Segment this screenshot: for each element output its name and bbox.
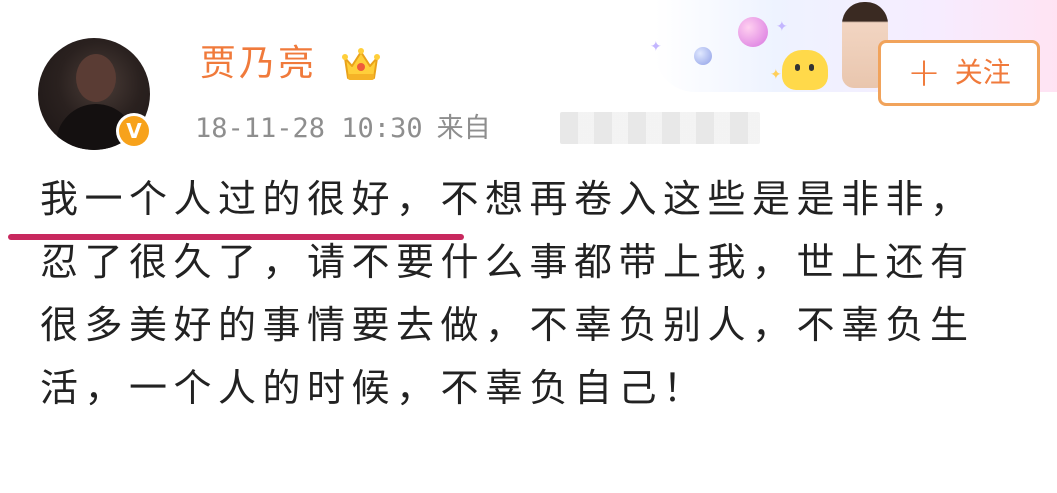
sparkle-icon: ✦	[650, 39, 662, 55]
source-label: 来自	[436, 113, 491, 144]
plus-icon: +	[907, 50, 941, 96]
verified-icon: V	[116, 113, 152, 149]
blurred-source	[560, 112, 760, 144]
crown-icon	[342, 48, 380, 80]
follow-button[interactable]: + 关注	[878, 40, 1040, 106]
username[interactable]: 贾乃亮	[200, 40, 317, 88]
mascot-icon	[782, 50, 828, 90]
weibo-post-card: ✦ ✦ ✦ V 贾乃亮 18-11-28 10:30 来自 + 关注 我一个人过的很…	[0, 0, 1057, 493]
post-line: 忍了很久了，请不要什么事都带上我，世上还有	[40, 240, 975, 284]
sparkle-icon: ✦	[776, 19, 788, 35]
post-text: 我一个人过的很好，不想再卷入这些是是非非， 忍了很久了，请不要什么事都带上我，世…	[40, 168, 1050, 420]
follow-label: 关注	[954, 56, 1011, 89]
post-line: 很多美好的事情要去做，不辜负别人，不辜负生	[40, 303, 975, 347]
post-line: 我一个人过的很好，不想再卷入这些是是非非，	[40, 177, 975, 221]
planet-icon	[738, 17, 768, 47]
post-line: 活，一个人的时候，不辜负自己！	[40, 366, 708, 410]
highlight-underline	[8, 234, 464, 240]
post-meta: 18-11-28 10:30 来自	[195, 112, 491, 146]
post-time[interactable]: 18-11-28 10:30	[195, 113, 423, 144]
sparkle-icon: ✦	[770, 67, 782, 83]
small-planet-icon	[694, 47, 712, 65]
